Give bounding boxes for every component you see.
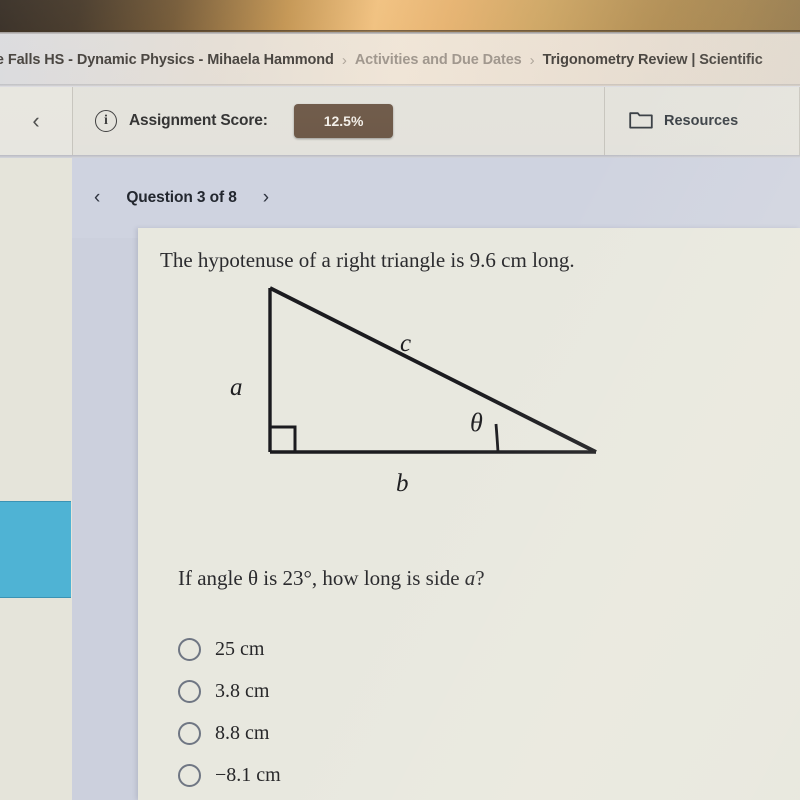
figure-label-b: b (396, 470, 409, 497)
radio-button[interactable] (178, 679, 201, 703)
question-ask-variable: a (464, 566, 476, 590)
assignment-score-label: Assignment Score: (129, 112, 268, 129)
answer-options: 25 cm 3.8 cm 8.8 cm −8.1 cm (178, 628, 281, 796)
question-counter: Question 3 of 8 (126, 189, 237, 206)
resources-button[interactable]: Resources (605, 87, 800, 155)
answer-option-label: 3.8 cm (215, 679, 270, 702)
answer-option[interactable]: 25 cm (178, 628, 281, 670)
question-ask: If angle θ is 23°, how long is side a? (178, 566, 485, 591)
figure-label-c: c (400, 330, 412, 357)
question-card: The hypotenuse of a right triangle is 9.… (138, 228, 800, 800)
breadcrumb-bar: le Falls HS - Dynamic Physics - Mihaela … (0, 34, 800, 86)
next-question-button[interactable]: › (257, 185, 275, 211)
answer-option-label: 8.8 cm (215, 721, 270, 744)
question-prompt: The hypotenuse of a right triangle is 9.… (160, 248, 575, 272)
radio-button[interactable] (178, 721, 201, 745)
breadcrumb-separator-icon: › (529, 51, 535, 69)
figure-label-theta: θ (470, 408, 483, 437)
breadcrumb-assignment[interactable]: Trigonometry Review | Scientific (543, 52, 763, 68)
screenshot-root: le Falls HS - Dynamic Physics - Mihaela … (0, 0, 800, 800)
radio-button[interactable] (178, 637, 201, 661)
info-icon[interactable]: i (95, 110, 117, 132)
question-nav: ‹ Question 3 of 8 › (72, 158, 800, 238)
assignment-score-group: i Assignment Score: 12.5% (73, 87, 605, 155)
monitor-bezel-glare (0, 0, 800, 32)
figure-label-a: a (230, 374, 243, 401)
radio-button[interactable] (178, 763, 201, 787)
question-ask-prefix: If angle θ is 23°, how long is side (178, 566, 465, 590)
answer-option-label: −8.1 cm (215, 763, 281, 786)
assignment-score-badge: 12.5% (293, 104, 394, 138)
right-triangle-figure: a b c θ (178, 276, 678, 526)
answer-option-label: 25 cm (215, 637, 265, 660)
left-rail (0, 158, 72, 800)
answer-option[interactable]: −8.1 cm (178, 754, 281, 796)
breadcrumb-separator-icon: › (341, 51, 347, 69)
breadcrumb: le Falls HS - Dynamic Physics - Mihaela … (0, 34, 763, 86)
rail-highlight-tile[interactable] (0, 501, 71, 598)
resources-label: Resources (664, 113, 739, 129)
question-ask-suffix: ? (475, 566, 485, 590)
folder-icon (629, 109, 653, 134)
back-button[interactable]: ‹ (0, 87, 73, 155)
answer-option[interactable]: 8.8 cm (178, 712, 281, 754)
answer-option[interactable]: 3.8 cm (178, 670, 281, 712)
breadcrumb-activities[interactable]: Activities and Due Dates (355, 52, 522, 68)
chevron-left-icon: ‹ (32, 108, 40, 133)
assignment-toolbar: ‹ i Assignment Score: 12.5% Resources (0, 87, 800, 155)
previous-question-button[interactable]: ‹ (88, 185, 106, 211)
breadcrumb-course[interactable]: le Falls HS - Dynamic Physics - Mihaela … (0, 52, 334, 68)
